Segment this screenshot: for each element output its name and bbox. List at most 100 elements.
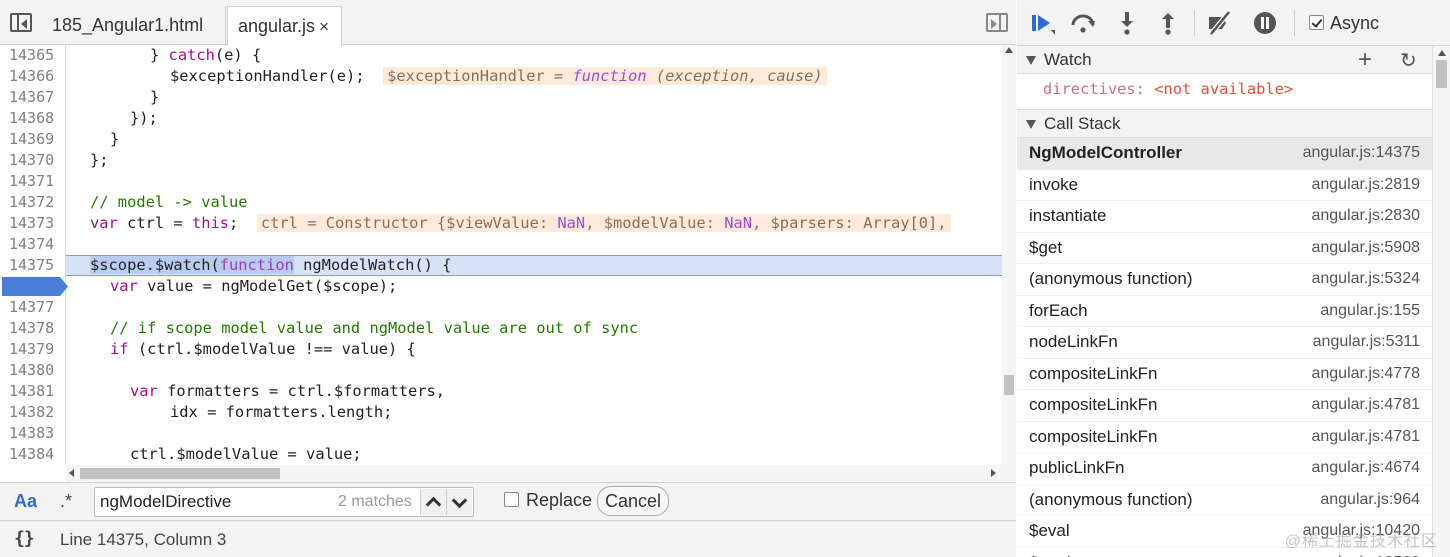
code-line-14368: }); — [130, 109, 158, 127]
line-number[interactable]: 14366 — [0, 66, 66, 87]
line-number[interactable]: 14383 — [0, 423, 66, 444]
call-frame[interactable]: invoke angular.js:2819 — [1017, 170, 1432, 201]
call-frame[interactable]: $get angular.js:5908 — [1017, 233, 1432, 264]
regex-button[interactable]: .* — [60, 491, 72, 512]
call-frame-location[interactable]: angular.js:964 — [1320, 491, 1420, 509]
line-number[interactable]: 14380 — [0, 360, 66, 381]
line-number[interactable]: 14369 — [0, 129, 66, 150]
call-frame[interactable]: (anonymous function) angular.js:5324 — [1017, 264, 1432, 296]
line-number[interactable]: 14367 — [0, 87, 66, 108]
call-frame-location[interactable]: angular.js:4781 — [1311, 428, 1420, 446]
call-frame[interactable]: NgModelController angular.js:14375 — [1017, 138, 1432, 170]
call-frame[interactable]: publicLinkFn angular.js:4674 — [1017, 453, 1432, 485]
line-number[interactable]: 14375 — [0, 255, 66, 276]
line-number[interactable]: 14368 — [0, 108, 66, 129]
scroll-thumb[interactable] — [1004, 375, 1014, 395]
line-number[interactable]: 14373 — [0, 213, 66, 234]
call-stack-section-header[interactable]: Call Stack — [1017, 110, 1432, 138]
previous-match-button[interactable] — [420, 489, 446, 515]
tab-label: angular.js — [238, 16, 316, 36]
cancel-button[interactable]: Cancel — [597, 486, 669, 516]
code-editor[interactable]: 14365 14366 14367 14368 14369 14370 14371 14372… — [0, 45, 1002, 465]
line-number-gutter[interactable]: 14365 14366 14367 14368 14369 14370 14371 14372… — [0, 45, 66, 465]
line-number[interactable]: 14381 — [0, 381, 66, 402]
line-number[interactable]: 14377 — [0, 297, 66, 318]
scroll-up-icon[interactable] — [1438, 50, 1446, 56]
pretty-print-icon[interactable]: {} — [14, 528, 35, 549]
replace-checkbox[interactable] — [504, 492, 519, 507]
call-frame[interactable]: (anonymous function) angular.js:964 — [1017, 485, 1432, 516]
code-line-14372: // model -> value — [90, 193, 248, 211]
resume-icon[interactable] — [1029, 10, 1055, 36]
editor-horizontal-scrollbar[interactable] — [66, 465, 1002, 482]
deactivate-breakpoints-icon[interactable] — [1207, 10, 1233, 36]
line-number[interactable]: 14372 — [0, 192, 66, 213]
call-frame[interactable]: compositeLinkFn angular.js:4778 — [1017, 359, 1432, 390]
pause-on-exceptions-icon[interactable] — [1252, 10, 1278, 36]
editor-vertical-scrollbar[interactable] — [1002, 45, 1016, 485]
debugger-sidebar: Async Watch + ↻ directives: <not availab… — [1017, 0, 1450, 557]
call-frame-name: NgModelController — [1029, 143, 1182, 162]
call-frame-location[interactable]: angular.js:10520 — [1303, 554, 1420, 557]
editor-tab-bar: 185_Angular1.html angular.js × — [0, 0, 1016, 46]
watch-expression-value: <not available> — [1154, 80, 1294, 98]
call-frame[interactable]: forEach angular.js:155 — [1017, 296, 1432, 327]
watch-section-header[interactable]: Watch + ↻ — [1017, 46, 1432, 74]
line-number[interactable]: 14378 — [0, 318, 66, 339]
async-checkbox[interactable] — [1309, 15, 1324, 30]
search-bar: Aa .* 2 matches Replace Cancel — [0, 482, 1016, 520]
scroll-left-icon[interactable] — [69, 469, 74, 477]
expand-triangle-icon — [1026, 120, 1036, 129]
close-tab-icon[interactable]: × — [319, 17, 329, 36]
add-watch-icon[interactable]: + — [1358, 48, 1372, 72]
line-number[interactable]: 14374 — [0, 234, 66, 255]
call-frame-location[interactable]: angular.js:4778 — [1311, 365, 1420, 383]
scroll-up-icon[interactable] — [1005, 47, 1013, 53]
watch-list: directives: <not available> — [1017, 74, 1432, 110]
call-frame-location[interactable]: angular.js:4674 — [1311, 459, 1420, 477]
scroll-thumb[interactable] — [1436, 60, 1447, 88]
search-input[interactable] — [100, 492, 330, 512]
call-frame[interactable]: instantiate angular.js:2830 — [1017, 201, 1432, 233]
scroll-thumb[interactable] — [80, 468, 280, 479]
call-frame-location[interactable]: angular.js:5311 — [1313, 333, 1420, 351]
toggle-navigator-icon[interactable] — [10, 13, 32, 32]
step-out-icon[interactable] — [1155, 10, 1181, 36]
line-number[interactable]: 14370 — [0, 150, 66, 171]
toggle-debugger-icon[interactable] — [986, 13, 1008, 32]
call-stack-title: Call Stack — [1044, 114, 1121, 133]
sidebar-scrollbar[interactable] — [1432, 46, 1450, 557]
line-number[interactable]: 14379 — [0, 339, 66, 360]
scroll-right-icon[interactable] — [991, 469, 996, 477]
line-number[interactable]: 14371 — [0, 171, 66, 192]
line-number[interactable]: 14365 — [0, 45, 66, 66]
refresh-icon[interactable]: ↻ — [1400, 48, 1417, 73]
tab-185-angular1-html[interactable]: 185_Angular1.html — [42, 6, 226, 45]
line-number[interactable]: 14382 — [0, 402, 66, 423]
call-frame-location[interactable]: angular.js:5324 — [1311, 270, 1420, 288]
code-line-14366: $exceptionHandler(e); $exceptionHandler … — [170, 66, 827, 87]
match-case-button[interactable]: Aa — [14, 491, 37, 512]
call-frame[interactable]: nodeLinkFn angular.js:5311 — [1017, 327, 1432, 359]
call-frame-location[interactable]: angular.js:2819 — [1311, 176, 1420, 194]
call-frame-name: nodeLinkFn — [1029, 332, 1118, 351]
call-frame[interactable]: compositeLinkFn angular.js:4781 — [1017, 422, 1432, 453]
step-over-icon[interactable] — [1070, 10, 1096, 36]
watch-expression[interactable]: directives: <not available> — [1043, 80, 1293, 98]
status-bar: {} Line 14375, Column 3 — [0, 520, 1016, 557]
call-frame[interactable]: compositeLinkFn angular.js:4781 — [1017, 390, 1432, 422]
call-frame-location[interactable]: angular.js:5908 — [1311, 239, 1420, 257]
next-match-button[interactable] — [446, 489, 472, 515]
call-frame-location[interactable]: angular.js:14375 — [1303, 144, 1420, 162]
tab-angular-js[interactable]: angular.js × — [227, 6, 342, 46]
breakpoint-marker[interactable] — [2, 277, 68, 296]
line-number[interactable]: 14384 — [0, 444, 66, 465]
step-into-icon[interactable] — [1114, 10, 1140, 36]
code-line-14375: $scope.$watch(function ngModelWatch() { — [90, 256, 452, 274]
call-frame-location[interactable]: angular.js:2830 — [1311, 207, 1420, 225]
call-frame-name: instantiate — [1029, 206, 1107, 225]
call-frame-location[interactable]: angular.js:4781 — [1311, 396, 1420, 414]
debugger-toolbar: Async — [1017, 0, 1450, 46]
call-frame-location[interactable]: angular.js:155 — [1320, 302, 1420, 320]
watch-expression-name: directives: — [1043, 80, 1145, 98]
